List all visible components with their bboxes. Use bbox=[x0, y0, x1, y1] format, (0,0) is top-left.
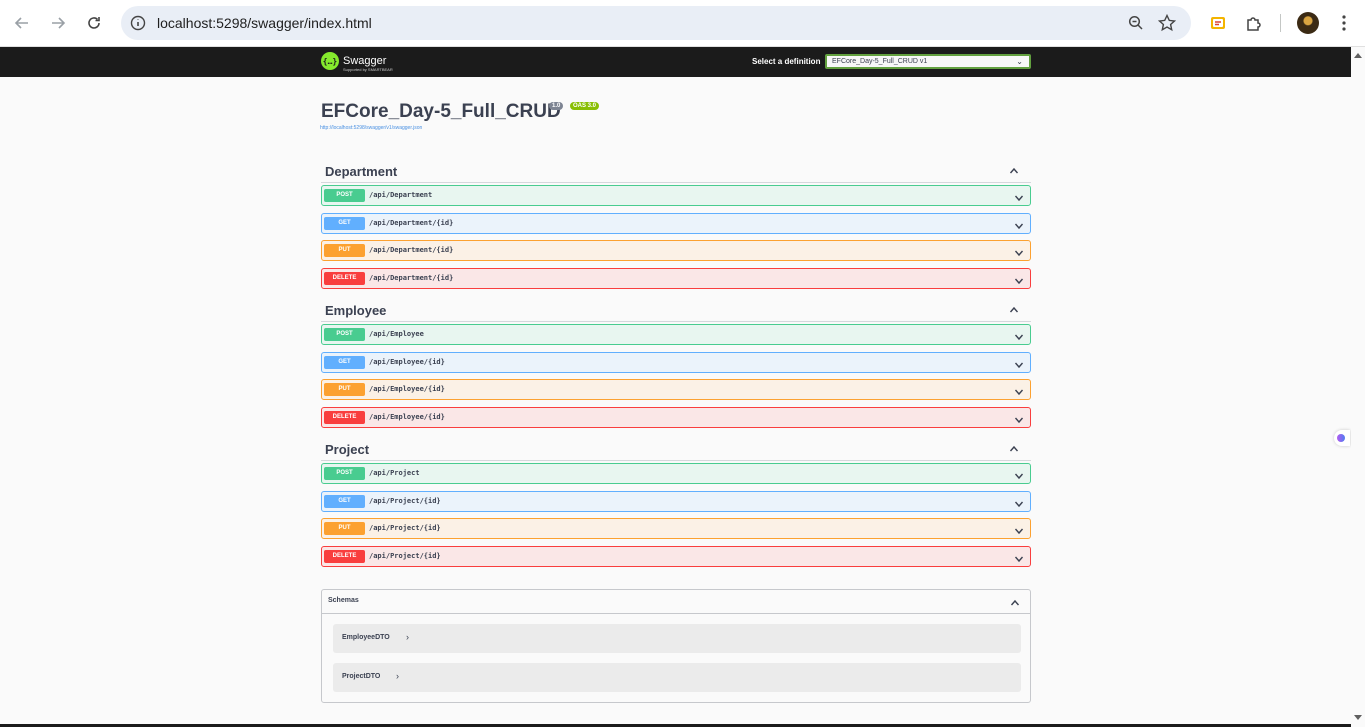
tag-name: Department bbox=[325, 164, 398, 179]
method-badge: PUT bbox=[324, 522, 365, 535]
schema-model-projectdto[interactable]: ProjectDTO › bbox=[333, 663, 1021, 692]
operation-path: /api/Project bbox=[369, 469, 420, 477]
method-badge: DELETE bbox=[324, 411, 365, 424]
side-extension-widget[interactable] bbox=[1334, 430, 1350, 446]
version-badge: 1.0 bbox=[549, 102, 564, 110]
definition-select-value: EFCore_Day-5_Full_CRUD v1 bbox=[832, 58, 928, 65]
operation-put-project[interactable]: PUT /api/Project/{id} bbox=[321, 518, 1031, 539]
avatar[interactable] bbox=[1297, 12, 1319, 34]
operation-get-project[interactable]: GET /api/Project/{id} bbox=[321, 491, 1031, 512]
method-badge: GET bbox=[324, 217, 365, 230]
reload-icon[interactable] bbox=[82, 11, 106, 35]
forward-arrow-icon[interactable] bbox=[46, 11, 70, 35]
schemas-section: Schemas EmployeeDTO › ProjectDTO › bbox=[321, 589, 1031, 703]
method-badge: PUT bbox=[324, 244, 365, 257]
chevron-down-icon[interactable] bbox=[1014, 190, 1024, 208]
chevron-right-icon: › bbox=[396, 671, 399, 681]
operation-delete-employee[interactable]: DELETE /api/Employee/{id} bbox=[321, 407, 1031, 428]
swagger-logo-icon: {…} bbox=[321, 52, 339, 70]
operation-put-employee[interactable]: PUT /api/Employee/{id} bbox=[321, 379, 1031, 400]
chevron-down-icon[interactable] bbox=[1014, 357, 1024, 375]
tag-name: Employee bbox=[325, 303, 387, 318]
method-badge: DELETE bbox=[324, 550, 365, 563]
chevron-up-icon[interactable] bbox=[1009, 163, 1019, 181]
model-name: ProjectDTO bbox=[342, 673, 381, 680]
logo-subtext: Supported by SMARTBEAR bbox=[343, 67, 393, 72]
chevron-down-icon[interactable] bbox=[1014, 412, 1024, 430]
more-menu-icon[interactable] bbox=[1333, 12, 1355, 34]
operation-put-department[interactable]: PUT /api/Department/{id} bbox=[321, 240, 1031, 261]
method-badge: POST bbox=[324, 467, 365, 480]
scroll-down-arrow-icon[interactable] bbox=[1354, 715, 1362, 720]
tag-project[interactable]: Project bbox=[321, 435, 1031, 461]
operation-path: /api/Project/{id} bbox=[369, 524, 441, 532]
operation-path: /api/Employee/{id} bbox=[369, 358, 445, 366]
swagger-topbar: {…} Swagger Supported by SMARTBEAR Selec… bbox=[0, 47, 1365, 77]
operation-path: /api/Department bbox=[369, 191, 433, 199]
operation-path: /api/Project/{id} bbox=[369, 552, 441, 560]
tag-department[interactable]: Department bbox=[321, 157, 1031, 183]
extension-icon[interactable] bbox=[1207, 12, 1229, 34]
chevron-right-icon: › bbox=[406, 632, 409, 642]
api-title: EFCore_Day-5_Full_CRUD bbox=[321, 101, 561, 122]
oas-badge: OAS 3.0 bbox=[570, 102, 600, 110]
method-badge: GET bbox=[324, 495, 365, 508]
puzzle-icon[interactable] bbox=[1243, 12, 1265, 34]
site-info-icon[interactable] bbox=[129, 14, 147, 32]
operation-post-employee[interactable]: POST /api/Employee bbox=[321, 324, 1031, 345]
chevron-up-icon[interactable] bbox=[1009, 441, 1019, 459]
chevron-down-icon[interactable] bbox=[1014, 468, 1024, 486]
chevron-down-icon[interactable] bbox=[1014, 496, 1024, 514]
operation-path: /api/Department/{id} bbox=[369, 219, 454, 227]
chevron-down-icon[interactable] bbox=[1014, 329, 1024, 347]
chevron-down-icon[interactable] bbox=[1014, 218, 1024, 236]
tag-employee[interactable]: Employee bbox=[321, 296, 1031, 322]
chevron-down-icon[interactable] bbox=[1014, 384, 1024, 402]
page-scrollbar[interactable] bbox=[1351, 47, 1365, 727]
chevron-down-icon[interactable] bbox=[1014, 273, 1024, 291]
back-arrow-icon[interactable] bbox=[10, 11, 34, 35]
schema-model-employeedto[interactable]: EmployeeDTO › bbox=[333, 624, 1021, 653]
spec-url-link[interactable]: http://localhost:5298/swagger/v1/swagger… bbox=[320, 125, 422, 131]
operation-delete-project[interactable]: DELETE /api/Project/{id} bbox=[321, 546, 1031, 567]
operation-path: /api/Department/{id} bbox=[369, 274, 454, 282]
zoom-icon[interactable] bbox=[1127, 14, 1145, 37]
address-bar[interactable]: localhost:5298/swagger/index.html bbox=[121, 6, 1191, 40]
definition-select[interactable]: EFCore_Day-5_Full_CRUD v1 ⌄ bbox=[825, 54, 1031, 69]
operation-post-department[interactable]: POST /api/Department bbox=[321, 185, 1031, 206]
toolbar-divider bbox=[1280, 14, 1281, 32]
schemas-header[interactable]: Schemas bbox=[322, 590, 1030, 614]
model-name: EmployeeDTO bbox=[342, 634, 390, 641]
method-badge: GET bbox=[324, 356, 365, 369]
chevron-down-icon[interactable] bbox=[1014, 551, 1024, 569]
browser-toolbar: localhost:5298/swagger/index.html bbox=[0, 0, 1365, 47]
chevron-down-icon[interactable] bbox=[1014, 523, 1024, 541]
operation-post-project[interactable]: POST /api/Project bbox=[321, 463, 1031, 484]
chevron-up-icon[interactable] bbox=[1010, 595, 1020, 613]
operation-delete-department[interactable]: DELETE /api/Department/{id} bbox=[321, 268, 1031, 289]
chevron-down-icon[interactable] bbox=[1014, 245, 1024, 263]
method-badge: DELETE bbox=[324, 272, 365, 285]
select-definition-label: Select a definition bbox=[752, 57, 821, 66]
method-badge: POST bbox=[324, 328, 365, 341]
method-badge: POST bbox=[324, 189, 365, 202]
method-badge: PUT bbox=[324, 383, 365, 396]
swagger-logo[interactable]: {…} Swagger Supported by SMARTBEAR bbox=[321, 52, 393, 72]
operation-path: /api/Department/{id} bbox=[369, 246, 454, 254]
operation-path: /api/Employee bbox=[369, 330, 424, 338]
schemas-title: Schemas bbox=[328, 597, 359, 604]
operation-get-department[interactable]: GET /api/Department/{id} bbox=[321, 213, 1031, 234]
extension-dot-icon bbox=[1337, 434, 1345, 442]
scroll-up-arrow-icon[interactable] bbox=[1354, 53, 1362, 58]
operation-path: /api/Employee/{id} bbox=[369, 413, 445, 421]
bookmark-star-icon[interactable] bbox=[1157, 13, 1177, 38]
operation-get-employee[interactable]: GET /api/Employee/{id} bbox=[321, 352, 1031, 373]
chevron-down-icon: ⌄ bbox=[1016, 57, 1023, 66]
logo-text: Swagger bbox=[343, 54, 387, 67]
tag-name: Project bbox=[325, 442, 370, 457]
url-text[interactable]: localhost:5298/swagger/index.html bbox=[157, 15, 372, 31]
operation-path: /api/Project/{id} bbox=[369, 497, 441, 505]
chevron-up-icon[interactable] bbox=[1009, 302, 1019, 320]
operation-path: /api/Employee/{id} bbox=[369, 385, 445, 393]
